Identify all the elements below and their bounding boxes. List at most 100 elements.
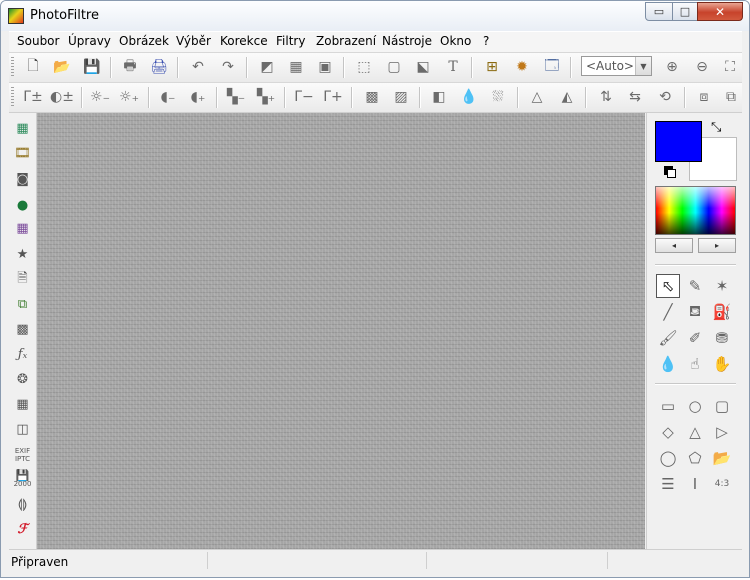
- swap-colors-icon[interactable]: ⤡: [711, 120, 721, 135]
- exif-button[interactable]: EXIF IPTC: [12, 444, 33, 465]
- spiral-button[interactable]: ❂: [12, 369, 33, 390]
- shadow-button[interactable]: ◙: [12, 169, 33, 190]
- polygon-shape[interactable]: ⬠: [683, 446, 707, 470]
- automate-button[interactable]: ✹: [511, 56, 533, 78]
- horizontal-fit-button[interactable]: ☰: [656, 472, 680, 496]
- saturation-plus-button[interactable]: ▚₊: [255, 86, 277, 108]
- advanced-brush-tool[interactable]: ✐: [683, 326, 707, 350]
- photofiltre-app-icon[interactable]: [8, 8, 24, 24]
- foreground-color-swatch[interactable]: [655, 121, 702, 162]
- batch-button[interactable]: ⟬⟭: [12, 494, 33, 515]
- spectrum-next-button[interactable]: ▸: [698, 238, 736, 253]
- filmstrip-button[interactable]: 🎞: [12, 143, 33, 164]
- triangle-filter-button[interactable]: △: [526, 86, 548, 108]
- flip-horizontal-button[interactable]: ⇅: [595, 86, 617, 108]
- grayscale-button[interactable]: ▨: [390, 86, 412, 108]
- maximize-button[interactable]: □: [672, 2, 698, 21]
- mesh-button[interactable]: ▦: [12, 394, 33, 415]
- magic-wand-tool[interactable]: ✶: [710, 274, 734, 298]
- fill-tool[interactable]: ⛾: [683, 300, 707, 324]
- menu-filtry[interactable]: Filtry: [276, 34, 305, 48]
- toolbar-grip[interactable]: [11, 57, 14, 78]
- vertical-fit-button[interactable]: Ⅰ: [683, 472, 707, 496]
- load-shape[interactable]: 📂: [710, 446, 734, 470]
- menu-upravy[interactable]: Úpravy: [68, 34, 111, 48]
- save-button[interactable]: 💾: [81, 56, 103, 78]
- line-tool[interactable]: ╱: [656, 300, 680, 324]
- new-file-button[interactable]: 🗋: [22, 56, 44, 78]
- select-all-button[interactable]: ⬚: [353, 56, 375, 78]
- menu-nastroje[interactable]: Nástroje: [382, 34, 432, 48]
- menu-vyber[interactable]: Výběr: [176, 34, 211, 48]
- clone-stamp-tool[interactable]: ⛃: [710, 326, 734, 350]
- window-view-button[interactable]: 🗔: [541, 56, 563, 78]
- rotate-button[interactable]: ⟲: [654, 86, 676, 108]
- plugin-button[interactable]: ●: [12, 195, 33, 216]
- menu-obrazek[interactable]: Obrázek: [119, 34, 169, 48]
- contrast-plus-button[interactable]: ◖₊: [187, 86, 209, 108]
- blur-button[interactable]: 💧: [458, 86, 480, 108]
- diamond-shape[interactable]: ◇: [656, 420, 680, 444]
- chevron-down-icon[interactable]: ▼: [635, 57, 651, 75]
- minimize-button[interactable]: ▭: [645, 2, 673, 21]
- open-file-button[interactable]: 📂: [51, 56, 73, 78]
- fit-window-button[interactable]: ⛶: [719, 56, 741, 78]
- workspace-canvas-area[interactable]: [37, 113, 645, 549]
- menu-soubor[interactable]: Soubor: [17, 34, 59, 48]
- favorite-button[interactable]: ★: [12, 244, 33, 265]
- lasso-shape[interactable]: ◯: [656, 446, 680, 470]
- auto-contrast-button[interactable]: ◐±: [50, 86, 74, 108]
- page-button[interactable]: 🗎: [12, 269, 33, 290]
- emboss-button[interactable]: ◭: [556, 86, 578, 108]
- ellipse-shape[interactable]: ○: [683, 394, 707, 418]
- selection-tool-button[interactable]: ⬕: [412, 56, 434, 78]
- frame-button[interactable]: ◫: [12, 419, 33, 440]
- triangle-right-shape[interactable]: ▷: [710, 420, 734, 444]
- gamma-minus-button[interactable]: Γ−: [293, 86, 315, 108]
- images-button[interactable]: ⧉: [12, 294, 33, 315]
- brush-tool[interactable]: 🖌: [656, 326, 680, 350]
- contrast-minus-button[interactable]: ◖₋: [157, 86, 179, 108]
- mosaic-button[interactable]: ▩: [361, 86, 383, 108]
- symmetry-button[interactable]: ⧉: [720, 86, 742, 108]
- undo-button[interactable]: ↶: [187, 56, 209, 78]
- stencil-button[interactable]: ▣: [314, 56, 336, 78]
- reset-colors-icon[interactable]: [664, 166, 676, 178]
- function-button[interactable]: ƒₓ: [12, 344, 33, 365]
- aspect-ratio-button[interactable]: 4:3: [710, 472, 734, 496]
- redo-button[interactable]: ↷: [217, 56, 239, 78]
- explorer-button[interactable]: ⊞: [481, 56, 503, 78]
- menu-zobrazeni[interactable]: Zobrazení: [316, 34, 376, 48]
- gamma-plus-button[interactable]: Γ+: [322, 86, 344, 108]
- pattern-button[interactable]: ▦: [285, 56, 307, 78]
- hand-tool[interactable]: ✋: [710, 352, 734, 376]
- brightness-plus-button[interactable]: ☼₊: [118, 86, 140, 108]
- flip-vertical-button[interactable]: ⇆: [624, 86, 646, 108]
- eyedropper-tool[interactable]: ✎: [683, 274, 707, 298]
- fill-button[interactable]: ◩: [256, 56, 278, 78]
- sharpen-button[interactable]: ⛆: [487, 86, 509, 108]
- dither-button[interactable]: ◧: [428, 86, 450, 108]
- zoom-in-button[interactable]: ⊕: [661, 56, 683, 78]
- triangle-shape[interactable]: △: [683, 420, 707, 444]
- print-button[interactable]: 🖶: [119, 56, 141, 78]
- rectangle-shape[interactable]: ▭: [656, 394, 680, 418]
- smudge-tool[interactable]: ☝: [683, 352, 707, 376]
- color-spectrum-picker[interactable]: [655, 186, 736, 235]
- texture-button[interactable]: ▩: [12, 319, 33, 340]
- selection-tool[interactable]: ⬁: [656, 274, 680, 298]
- toolbar-grip[interactable]: [11, 87, 14, 108]
- brightness-minus-button[interactable]: ☼₋: [89, 86, 111, 108]
- spray-tool[interactable]: ⛽: [710, 300, 734, 324]
- calculator-button[interactable]: ▦: [12, 118, 33, 139]
- zoom-out-button[interactable]: ⊖: [691, 56, 713, 78]
- close-button[interactable]: ✕: [697, 2, 743, 21]
- grid-button[interactable]: ▦: [12, 218, 33, 239]
- auto-levels-button[interactable]: Γ±: [22, 86, 44, 108]
- scan-button[interactable]: 🖨: [148, 56, 170, 78]
- saturation-minus-button[interactable]: ▚₋: [225, 86, 247, 108]
- menu-help[interactable]: ?: [483, 34, 489, 48]
- save-2000-button[interactable]: 💾 2000: [12, 469, 33, 490]
- zoom-select[interactable]: <Auto> ▼: [581, 56, 652, 76]
- hide-selection-button[interactable]: ▢: [383, 56, 405, 78]
